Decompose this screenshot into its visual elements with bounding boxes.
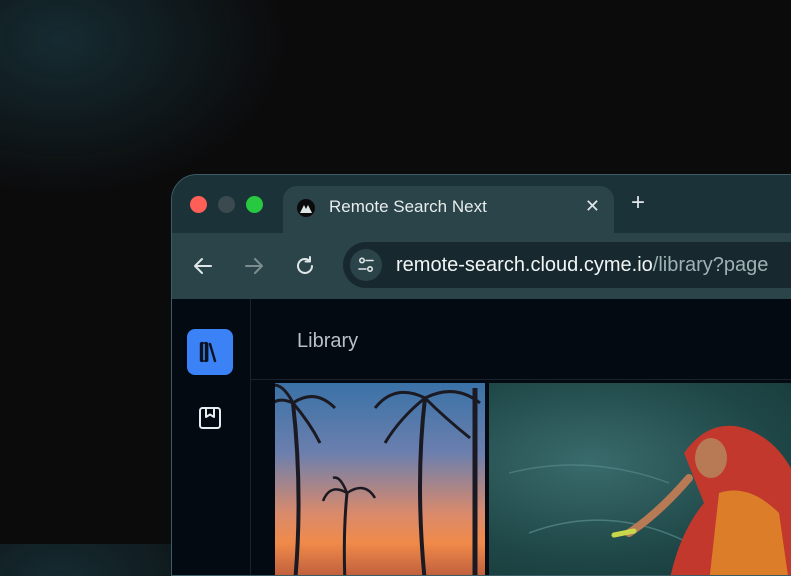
sidebar-item-library[interactable] xyxy=(187,329,233,375)
minimize-window-button[interactable] xyxy=(218,196,235,213)
library-thumbnail-river[interactable] xyxy=(489,383,791,575)
palm-trees-image xyxy=(275,383,481,575)
library-thumbnail-palms[interactable] xyxy=(275,383,485,575)
url-path: /library?page xyxy=(652,254,769,276)
url-host: remote-search.cloud.cyme.io xyxy=(396,254,653,276)
woman-river-image xyxy=(508,425,791,575)
page-title: Library xyxy=(297,330,359,352)
browser-toolbar: remote-search.cloud.cyme.io/library?page xyxy=(172,233,791,299)
zoom-window-button[interactable] xyxy=(246,196,263,213)
close-icon[interactable]: ✕ xyxy=(585,195,600,217)
title-bar: Remote Search Next ✕ + xyxy=(172,175,791,236)
arrow-right-icon[interactable] xyxy=(242,254,266,278)
browser-window: Remote Search Next ✕ + remote-search.clo… xyxy=(171,174,791,576)
reload-icon[interactable] xyxy=(293,254,317,278)
browser-tab[interactable]: Remote Search Next ✕ xyxy=(283,186,614,236)
sidebar xyxy=(172,299,251,575)
new-tab-button[interactable]: + xyxy=(631,190,645,216)
address-bar[interactable]: remote-search.cloud.cyme.io/library?page xyxy=(343,242,791,288)
tab-title: Remote Search Next xyxy=(329,197,487,216)
tune-icon xyxy=(358,257,374,273)
bookmark-icon[interactable] xyxy=(198,406,222,430)
main-header: Library xyxy=(251,299,791,380)
arrow-left-icon[interactable] xyxy=(191,254,215,278)
page-content: Library xyxy=(172,299,791,575)
app-logo-icon xyxy=(297,199,315,217)
url-text[interactable]: remote-search.cloud.cyme.io/library?page xyxy=(396,253,768,277)
close-window-button[interactable] xyxy=(190,196,207,213)
books-icon xyxy=(199,341,217,363)
site-info-button[interactable] xyxy=(350,249,382,281)
